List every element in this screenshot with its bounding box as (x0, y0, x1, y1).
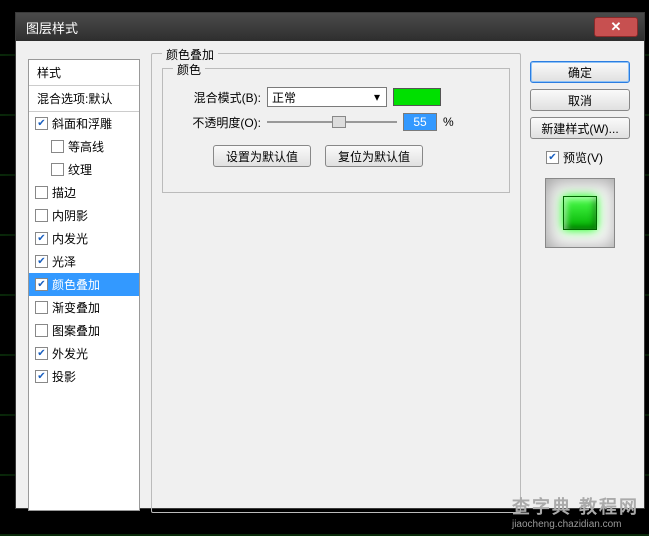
style-label: 斜面和浮雕 (52, 115, 112, 132)
style-item-4[interactable]: 内阴影 (29, 204, 139, 227)
cancel-button[interactable]: 取消 (530, 89, 630, 111)
style-item-0[interactable]: 斜面和浮雕 (29, 112, 139, 135)
close-icon: ✕ (611, 19, 622, 35)
style-label: 内发光 (52, 230, 88, 247)
style-item-5[interactable]: 内发光 (29, 227, 139, 250)
opacity-slider[interactable] (267, 114, 397, 130)
set-default-button[interactable]: 设置为默认值 (213, 145, 311, 167)
new-style-button[interactable]: 新建样式(W)... (530, 117, 630, 139)
style-checkbox[interactable] (51, 140, 64, 153)
style-item-7[interactable]: 颜色叠加 (29, 273, 139, 296)
style-checkbox[interactable] (51, 163, 64, 176)
ok-button[interactable]: 确定 (530, 61, 630, 83)
preview-thumbnail (545, 178, 615, 248)
preview-checkbox[interactable] (546, 151, 559, 164)
style-label: 图案叠加 (52, 322, 100, 339)
style-checkbox[interactable] (35, 301, 48, 314)
dialog-body: 样式 混合选项:默认 斜面和浮雕等高线纹理描边内阴影内发光光泽颜色叠加渐变叠加图… (16, 41, 644, 508)
style-label: 投影 (52, 368, 76, 385)
style-label: 光泽 (52, 253, 76, 270)
blend-mode-select[interactable]: 正常 ▾ (267, 87, 387, 107)
style-checkbox[interactable] (35, 186, 48, 199)
style-checkbox[interactable] (35, 255, 48, 268)
slider-thumb[interactable] (332, 116, 346, 128)
style-label: 内阴影 (52, 207, 88, 224)
blend-mode-label: 混合模式(B): (181, 89, 261, 106)
action-buttons: 确定 取消 新建样式(W)... 预览(V) (530, 61, 630, 250)
preview-label: 预览(V) (563, 149, 603, 166)
style-label: 颜色叠加 (52, 276, 100, 293)
reset-default-button[interactable]: 复位为默认值 (325, 145, 423, 167)
styles-header[interactable]: 样式 (29, 60, 139, 86)
close-button[interactable]: ✕ (594, 17, 638, 37)
opacity-input[interactable]: 55 (403, 113, 437, 131)
chevron-down-icon: ▾ (370, 90, 384, 104)
style-item-10[interactable]: 外发光 (29, 342, 139, 365)
style-checkbox[interactable] (35, 370, 48, 383)
color-swatch[interactable] (393, 88, 441, 106)
style-label: 渐变叠加 (52, 299, 100, 316)
style-label: 描边 (52, 184, 76, 201)
style-label: 外发光 (52, 345, 88, 362)
style-item-6[interactable]: 光泽 (29, 250, 139, 273)
blend-options-default[interactable]: 混合选项:默认 (29, 86, 139, 112)
watermark: 查字典 教程网 jiaocheng.chazidian.com (512, 493, 639, 530)
layer-style-dialog: 图层样式 ✕ 样式 混合选项:默认 斜面和浮雕等高线纹理描边内阴影内发光光泽颜色… (15, 12, 645, 509)
style-checkbox[interactable] (35, 209, 48, 222)
color-overlay-group: 颜色叠加 颜色 混合模式(B): 正常 ▾ 不透明度(O): (151, 53, 521, 513)
style-checkbox[interactable] (35, 347, 48, 360)
style-label: 等高线 (68, 138, 104, 155)
style-item-9[interactable]: 图案叠加 (29, 319, 139, 342)
style-item-1[interactable]: 等高线 (29, 135, 139, 158)
opacity-label: 不透明度(O): (181, 114, 261, 131)
titlebar[interactable]: 图层样式 ✕ (16, 13, 644, 41)
style-checkbox[interactable] (35, 117, 48, 130)
color-subgroup-title: 颜色 (173, 61, 205, 78)
blend-mode-value: 正常 (272, 89, 296, 106)
style-checkbox[interactable] (35, 232, 48, 245)
style-item-8[interactable]: 渐变叠加 (29, 296, 139, 319)
style-label: 纹理 (68, 161, 92, 178)
style-checkbox[interactable] (35, 278, 48, 291)
styles-list: 样式 混合选项:默认 斜面和浮雕等高线纹理描边内阴影内发光光泽颜色叠加渐变叠加图… (28, 59, 140, 511)
window-title: 图层样式 (26, 18, 78, 37)
opacity-unit: % (443, 115, 454, 129)
style-item-3[interactable]: 描边 (29, 181, 139, 204)
preview-cube (563, 196, 597, 230)
color-subgroup: 颜色 混合模式(B): 正常 ▾ 不透明度(O): 55 (162, 68, 510, 193)
style-checkbox[interactable] (35, 324, 48, 337)
style-item-2[interactable]: 纹理 (29, 158, 139, 181)
style-item-11[interactable]: 投影 (29, 365, 139, 388)
